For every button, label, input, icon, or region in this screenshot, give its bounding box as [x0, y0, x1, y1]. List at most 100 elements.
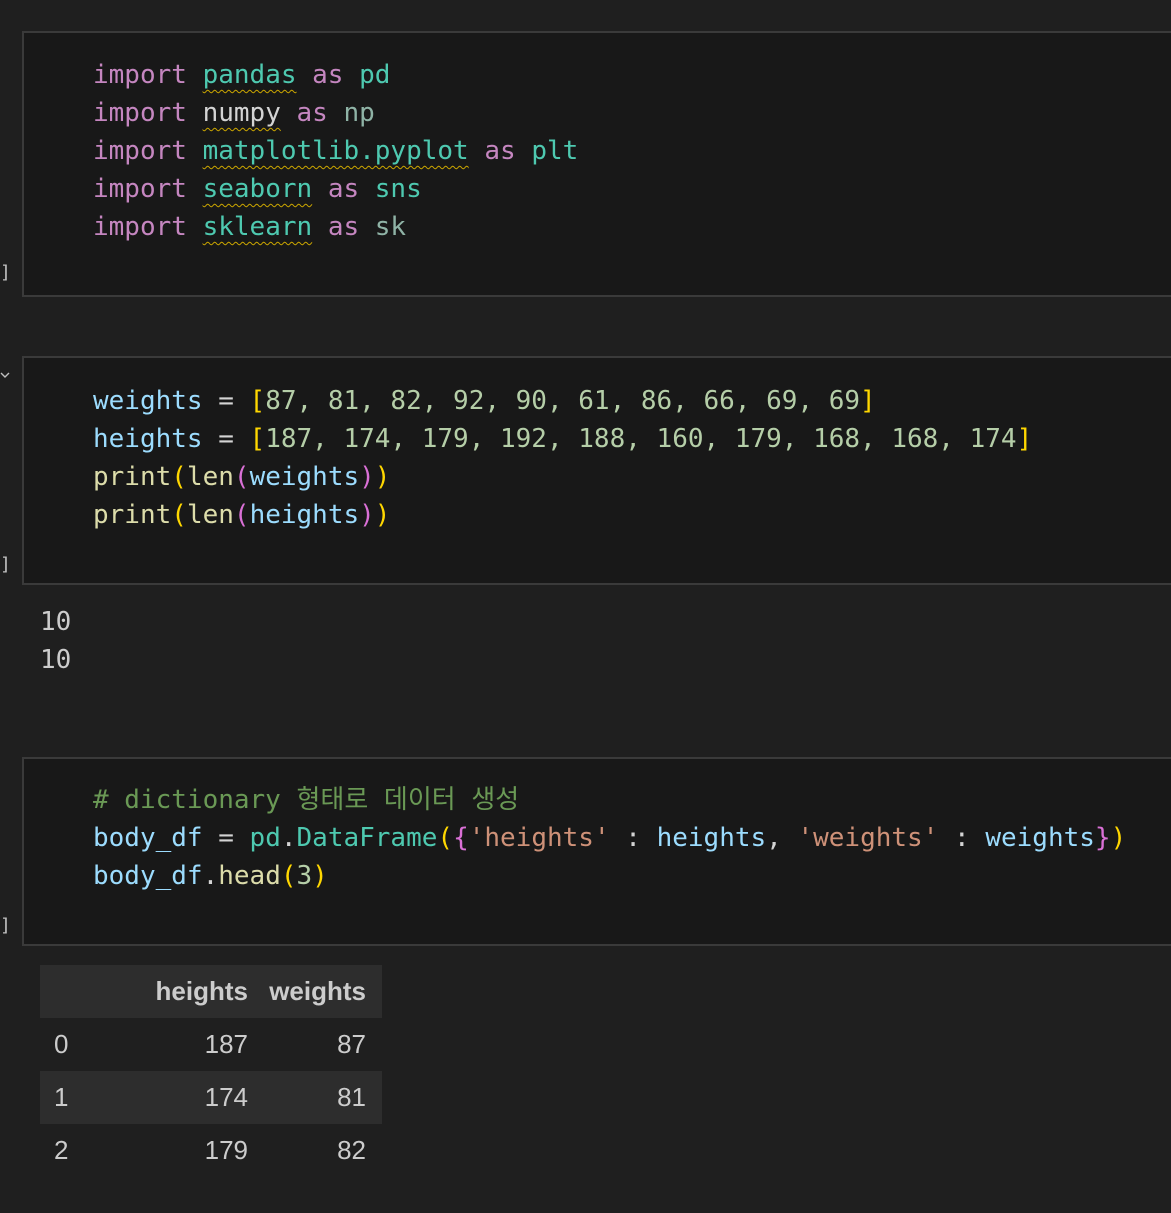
- row-index: 0: [54, 1029, 69, 1059]
- code-line[interactable]: import matplotlib.pyplot as plt: [93, 132, 578, 170]
- code-token: =: [202, 823, 250, 853]
- code-line[interactable]: import seaborn as sns: [93, 170, 578, 208]
- code-token: heights: [656, 823, 767, 853]
- code-token: :: [938, 823, 986, 853]
- code-token: weights: [93, 386, 203, 416]
- code-line[interactable]: print(len(weights)): [93, 458, 1032, 496]
- code-token: {: [453, 823, 469, 853]
- code-token: pd: [359, 60, 391, 90]
- code-token: 187, 174, 179, 192, 188, 160, 179, 168, …: [265, 424, 1017, 454]
- code-token: (: [437, 823, 454, 853]
- code-token: import: [93, 60, 187, 90]
- code-line[interactable]: heights = [187, 174, 179, 192, 188, 160,…: [93, 420, 1032, 458]
- code-token: as: [327, 174, 360, 204]
- code-token: 'heights': [468, 823, 610, 853]
- notebook-page: ] ] ] import pandas as pd import numpy as…: [0, 0, 1171, 1213]
- code-token: 'weights': [797, 823, 939, 853]
- code-token: .: [202, 861, 219, 891]
- code-line[interactable]: weights = [87, 81, 82, 92, 90, 61, 86, 6…: [93, 382, 1032, 420]
- code-token: weights: [249, 462, 360, 492]
- code-token: sns: [374, 174, 422, 204]
- code-token: =: [202, 424, 250, 454]
- code-token: len: [186, 500, 234, 530]
- code-token: DataFrame: [296, 823, 438, 853]
- table-row: 0 187 87: [40, 1018, 382, 1071]
- cell-3-gutter-mark[interactable]: ]: [0, 915, 11, 936]
- code-token: 87, 81, 82, 92, 90, 61, 86, 66, 69, 69: [265, 386, 861, 416]
- code-cell-dataframe[interactable]: # dictionary 형태로 데이터 생성 body_df = pd.Data…: [22, 757, 1171, 946]
- code-token: (: [233, 500, 250, 530]
- code-line[interactable]: import sklearn as sk: [93, 208, 578, 246]
- table-row: 2 179 82: [40, 1124, 382, 1177]
- code-token: ,: [766, 823, 798, 853]
- code-token: :: [609, 823, 657, 853]
- cell-heights: 174: [102, 1071, 248, 1124]
- code-token: 3: [296, 861, 313, 891]
- code-token: weights: [985, 823, 1095, 853]
- code-token: pandas: [202, 60, 297, 90]
- code-line[interactable]: # dictionary 형태로 데이터 생성: [93, 781, 1126, 819]
- code-token: heights: [249, 500, 360, 530]
- code-token: head: [218, 861, 281, 891]
- cell-2-gutter-mark[interactable]: ]: [0, 554, 11, 575]
- code-token: print: [93, 462, 172, 492]
- chevron-down-icon[interactable]: [0, 370, 10, 380]
- cell-output-stdout: 10 10: [40, 603, 71, 679]
- code-line[interactable]: body_df = pd.DataFrame({'heights' : heig…: [93, 819, 1126, 857]
- code-token: ): [1110, 823, 1127, 853]
- code-token: heights: [93, 424, 203, 454]
- code-editor[interactable]: # dictionary 형태로 데이터 생성 body_df = pd.Data…: [93, 781, 1126, 895]
- index-header: [40, 965, 102, 1018]
- code-line[interactable]: body_df.head(3): [93, 857, 1126, 895]
- code-token: (: [233, 462, 250, 492]
- column-header-heights: heights: [102, 965, 248, 1018]
- code-token: body_df: [93, 823, 203, 853]
- code-token: ): [359, 462, 375, 492]
- code-token: plt: [531, 136, 579, 166]
- code-token: (: [171, 500, 187, 530]
- cell-heights: 179: [204, 1135, 248, 1165]
- table-header-row: heights weights: [40, 965, 382, 1018]
- code-token: [: [249, 424, 266, 454]
- code-token: len: [186, 462, 234, 492]
- code-editor[interactable]: import pandas as pd import numpy as np imp…: [93, 56, 578, 246]
- cell-1-gutter-mark[interactable]: ]: [0, 262, 11, 283]
- cell-heights: 187: [204, 1029, 248, 1059]
- code-token: seaborn: [202, 174, 313, 204]
- code-token: =: [202, 386, 250, 416]
- code-token: ]: [860, 386, 876, 416]
- code-line[interactable]: import pandas as pd: [93, 56, 578, 94]
- code-token: import: [93, 136, 187, 166]
- code-token: (: [280, 861, 297, 891]
- code-token: as: [312, 60, 344, 90]
- cell-weights: 82: [337, 1135, 366, 1165]
- code-token: .: [280, 823, 297, 853]
- column-header-weights: weights: [248, 965, 382, 1018]
- code-editor[interactable]: weights = [87, 81, 82, 92, 90, 61, 86, 6…: [93, 382, 1032, 534]
- dataframe-output-table: heights weights 0 187 87 1 174 81 2 179 …: [40, 965, 382, 1177]
- cell-weights: 87: [337, 1029, 366, 1059]
- code-token: as: [327, 212, 360, 242]
- output-line: 10: [40, 645, 72, 675]
- code-token: as: [296, 98, 328, 128]
- code-line[interactable]: print(len(heights)): [93, 496, 1032, 534]
- code-token: sk: [374, 212, 407, 242]
- code-token: np: [343, 98, 375, 128]
- code-cell-lists[interactable]: weights = [87, 81, 82, 92, 90, 61, 86, 6…: [22, 356, 1171, 585]
- code-line[interactable]: import numpy as np: [93, 94, 578, 132]
- code-token: }: [1094, 823, 1111, 853]
- code-token: ]: [1016, 424, 1033, 454]
- code-cell-imports[interactable]: import pandas as pd import numpy as np imp…: [22, 31, 1171, 297]
